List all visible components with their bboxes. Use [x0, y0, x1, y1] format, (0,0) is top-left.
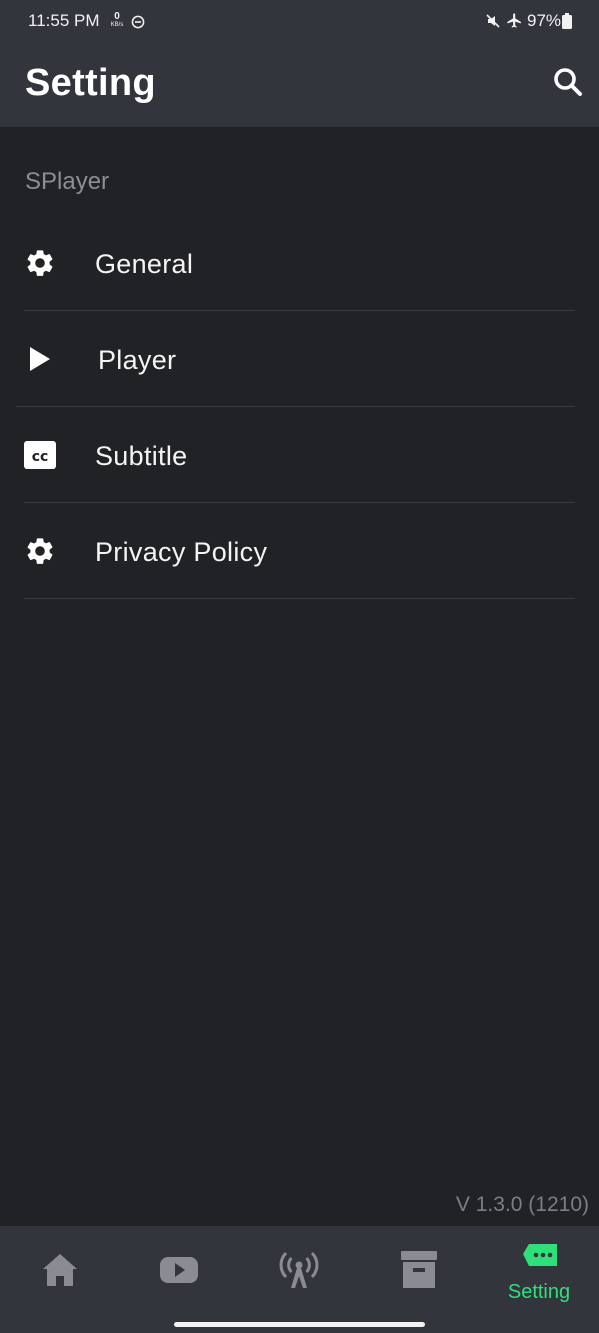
nav-setting-label: Setting [507, 1281, 571, 1303]
divider [24, 598, 575, 599]
youtube-icon [160, 1257, 198, 1283]
network-speed-value: 0 [114, 11, 120, 22]
archive-icon [401, 1251, 437, 1288]
nav-home[interactable] [0, 1226, 120, 1326]
menu-item-privacy-policy[interactable]: Privacy Policy [0, 504, 599, 600]
battery-percent: 97% [527, 11, 562, 30]
page-title: Setting [25, 62, 156, 104]
nav-archive[interactable] [359, 1226, 479, 1326]
menu-item-label: Privacy Policy [95, 537, 268, 567]
menu-item-player[interactable]: Player [0, 312, 599, 408]
app-version: V 1.3.0 (1210) [455, 1193, 589, 1216]
menu-item-general[interactable]: General [0, 216, 599, 312]
network-speed: 0 KB/s [108, 12, 126, 30]
gear-icon [24, 247, 56, 279]
search-button[interactable] [552, 66, 584, 98]
mute-icon [485, 13, 501, 34]
menu-item-label: Player [98, 345, 177, 375]
search-icon [554, 68, 582, 96]
bottom-navigation: Setting [0, 1226, 599, 1333]
section-title: SPlayer [25, 168, 110, 195]
play-icon [24, 343, 56, 375]
airplane-mode-icon [506, 12, 523, 34]
nav-setting[interactable]: Setting [479, 1226, 599, 1326]
divider [24, 502, 575, 503]
svg-text:cc: cc [32, 449, 49, 465]
divider [24, 310, 575, 311]
broadcast-icon [279, 1251, 319, 1288]
menu-item-label: Subtitle [95, 441, 188, 471]
home-indicator[interactable] [174, 1322, 425, 1327]
closed-caption-icon: cc [24, 439, 56, 471]
status-bar: 11:55 PM 0 KB/s 97% [0, 0, 599, 42]
gear-icon [24, 535, 56, 567]
divider [16, 406, 575, 407]
status-time: 11:55 PM [28, 11, 100, 30]
network-speed-unit: KB/s [110, 22, 124, 28]
menu-item-label: General [95, 249, 194, 279]
chat-more-icon [523, 1244, 557, 1266]
nav-youtube[interactable] [119, 1226, 239, 1326]
home-icon [43, 1254, 77, 1286]
menu-item-subtitle[interactable]: cc Subtitle [0, 408, 599, 504]
battery-icon [562, 13, 572, 34]
nav-broadcast[interactable] [239, 1226, 359, 1326]
do-not-disturb-icon [131, 14, 145, 34]
